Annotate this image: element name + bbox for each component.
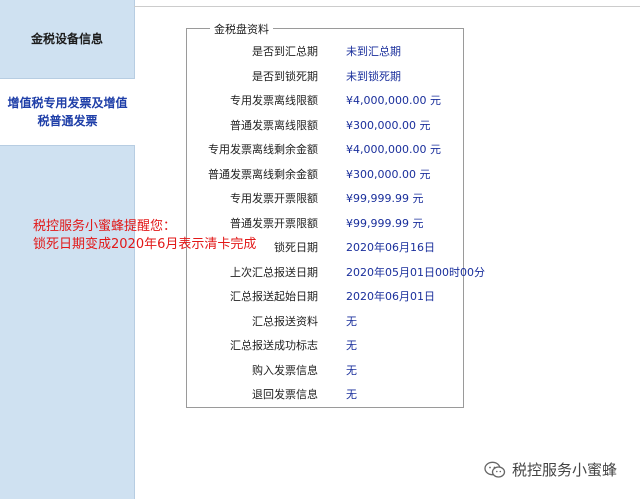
watermark: 税控服务小蜜蜂 — [484, 459, 617, 480]
info-row: 专用发票离线限额 ¥4,000,000.00 元 — [186, 92, 464, 110]
info-row: 普通发票离线剩余金额 ¥300,000.00 元 — [186, 166, 464, 184]
annotation-line-2: 锁死日期变成2020年6月表示清卡完成 — [33, 237, 257, 252]
info-row-value: 未到锁死期 — [346, 70, 401, 83]
info-row-value: 无 — [346, 364, 357, 377]
info-row-label: 是否到锁死期 — [252, 70, 318, 83]
panel-title: 金税盘资料 — [210, 21, 273, 37]
info-row-label: 上次汇总报送日期 — [230, 266, 318, 279]
annotation-line-1: 税控服务小蜜蜂提醒您： — [33, 219, 177, 234]
info-row-label: 专用发票开票限额 — [230, 192, 318, 205]
info-row-value: ¥4,000,000.00 元 — [346, 94, 441, 107]
info-row: 退回发票信息 无 — [186, 386, 464, 404]
info-row: 专用发票开票限额 ¥99,999.99 元 — [186, 190, 464, 208]
info-row-value: ¥300,000.00 元 — [346, 119, 431, 132]
info-row-value: ¥300,000.00 元 — [346, 168, 431, 181]
info-row-label: 汇总报送成功标志 — [230, 339, 318, 352]
info-row: 专用发票离线剩余金额 ¥4,000,000.00 元 — [186, 141, 464, 159]
info-row-value: 2020年06月01日 — [346, 290, 435, 303]
nav-item-label: 金税设备信息 — [30, 32, 103, 46]
info-row-value: ¥99,999.99 元 — [346, 217, 424, 230]
nav-item-vat-invoices[interactable]: 增值税专用发票及增值税普通发票 — [0, 78, 135, 146]
info-row-value: 2020年06月16日 — [346, 241, 435, 254]
info-row: 汇总报送资料 无 — [186, 313, 464, 331]
info-row-label: 专用发票离线剩余金额 — [208, 143, 318, 156]
info-row: 购入发票信息 无 — [186, 362, 464, 380]
annotation-note: 税控服务小蜜蜂提醒您： 锁死日期变成2020年6月表示清卡完成 — [33, 218, 256, 254]
info-row: 上次汇总报送日期 2020年05月01日00时00分 — [186, 264, 485, 282]
nav-item-device-info[interactable]: 金税设备信息 — [0, 0, 134, 78]
watermark-text: 税控服务小蜜蜂 — [512, 461, 618, 479]
info-row-label: 汇总报送起始日期 — [230, 290, 318, 303]
info-row: 汇总报送成功标志 无 — [186, 337, 464, 355]
info-row-value: 无 — [346, 315, 357, 328]
info-row-label: 普通发票离线剩余金额 — [208, 168, 318, 181]
info-row-label: 普通发票离线限额 — [230, 119, 318, 132]
header-divider — [134, 6, 640, 7]
info-row-value: 2020年05月01日00时00分 — [346, 266, 485, 279]
nav-item-label: 增值税专用发票及增值税普通发票 — [7, 96, 128, 128]
info-row-value: ¥4,000,000.00 元 — [346, 143, 441, 156]
info-row: 是否到汇总期 未到汇总期 — [186, 43, 464, 61]
wechat-icon — [484, 461, 506, 478]
info-row: 普通发票离线限额 ¥300,000.00 元 — [186, 117, 464, 135]
info-row-label: 汇总报送资料 — [252, 315, 318, 328]
info-row-value: ¥99,999.99 元 — [346, 192, 424, 205]
info-row-label: 是否到汇总期 — [252, 45, 318, 58]
info-row-value: 无 — [346, 388, 357, 401]
info-row-value: 未到汇总期 — [346, 45, 401, 58]
info-row-label: 购入发票信息 — [252, 364, 318, 377]
info-row: 汇总报送起始日期 2020年06月01日 — [186, 288, 464, 306]
info-row-label: 退回发票信息 — [252, 388, 318, 401]
info-row-value: 无 — [346, 339, 357, 352]
info-row-label: 专用发票离线限额 — [230, 94, 318, 107]
info-row: 是否到锁死期 未到锁死期 — [186, 68, 464, 86]
info-row-label: 锁死日期 — [274, 241, 318, 254]
